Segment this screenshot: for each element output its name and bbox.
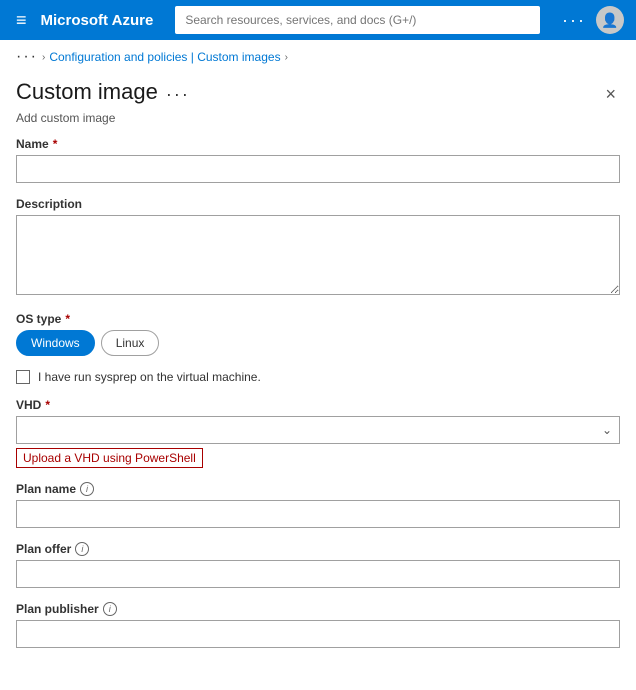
main-content: ··· › Configuration and policies | Custo… [0, 40, 636, 690]
os-type-required-star: * [65, 312, 70, 326]
name-label: Name * [16, 137, 620, 151]
plan-publisher-field-group: Plan publisher i [16, 602, 620, 648]
plan-name-input[interactable] [16, 500, 620, 528]
navbar: ≡ Microsoft Azure ··· 👤 [0, 0, 636, 40]
sysprep-row: I have run sysprep on the virtual machin… [16, 370, 620, 384]
name-input[interactable] [16, 155, 620, 183]
app-title: Microsoft Azure [41, 12, 154, 29]
plan-offer-field-group: Plan offer i [16, 542, 620, 588]
vhd-label: VHD * [16, 398, 620, 412]
description-textarea[interactable] [16, 215, 620, 295]
breadcrumb: ··· › Configuration and policies | Custo… [0, 40, 636, 74]
breadcrumb-chevron-1: › [42, 52, 45, 63]
plan-publisher-input[interactable] [16, 620, 620, 648]
page-header-more-icon[interactable]: ··· [166, 84, 190, 105]
upload-vhd-link[interactable]: Upload a VHD using PowerShell [16, 448, 203, 468]
plan-publisher-label: Plan publisher i [16, 602, 620, 616]
vhd-select-wrapper: ⌄ [16, 416, 620, 444]
os-type-group: OS type * Windows Linux [16, 312, 620, 356]
os-type-label: OS type * [16, 312, 620, 326]
form: Name * Description OS type * Windows Lin… [0, 137, 636, 648]
plan-name-info-icon[interactable]: i [80, 482, 94, 496]
hamburger-menu-icon[interactable]: ≡ [12, 6, 31, 35]
breadcrumb-dots[interactable]: ··· [16, 48, 38, 66]
plan-publisher-info-icon[interactable]: i [103, 602, 117, 616]
description-label: Description [16, 197, 620, 211]
page-title-area: Custom image ··· [16, 78, 190, 105]
os-windows-button[interactable]: Windows [16, 330, 95, 356]
plan-offer-info-icon[interactable]: i [75, 542, 89, 556]
sysprep-checkbox[interactable] [16, 370, 30, 384]
page-subtitle: Add custom image [0, 111, 636, 137]
sysprep-label: I have run sysprep on the virtual machin… [38, 370, 261, 384]
vhd-select[interactable] [16, 416, 620, 444]
page-header: Custom image ··· × [0, 74, 636, 111]
navbar-more-icon[interactable]: ··· [562, 10, 586, 31]
plan-offer-label: Plan offer i [16, 542, 620, 556]
page-title: Custom image [16, 79, 158, 105]
search-input[interactable] [175, 6, 540, 34]
description-field-group: Description [16, 197, 620, 298]
name-required-star: * [53, 137, 58, 151]
plan-offer-input[interactable] [16, 560, 620, 588]
os-type-buttons: Windows Linux [16, 330, 620, 356]
close-button[interactable]: × [601, 80, 620, 109]
breadcrumb-chevron-2: › [285, 52, 288, 63]
breadcrumb-link[interactable]: Configuration and policies | Custom imag… [49, 50, 280, 64]
os-linux-button[interactable]: Linux [101, 330, 160, 356]
name-field-group: Name * [16, 137, 620, 183]
avatar[interactable]: 👤 [596, 6, 624, 34]
plan-name-field-group: Plan name i [16, 482, 620, 528]
vhd-required-star: * [45, 398, 50, 412]
vhd-field-group: VHD * ⌄ Upload a VHD using PowerShell [16, 398, 620, 468]
plan-name-label: Plan name i [16, 482, 620, 496]
